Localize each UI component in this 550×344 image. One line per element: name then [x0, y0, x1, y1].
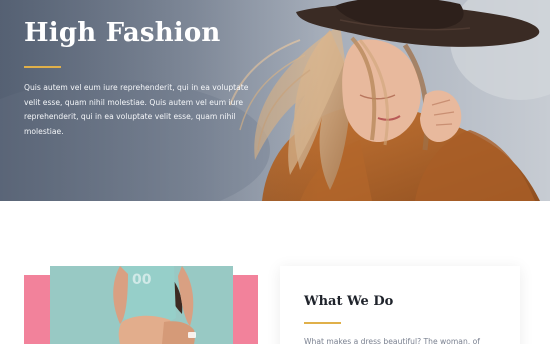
- hero-paragraph: Quis autem vel eum iure reprehenderit, q…: [24, 83, 249, 136]
- what-we-do-card: What We Do What makes a dress beautiful?…: [280, 266, 520, 344]
- what-we-do-divider: [304, 322, 341, 324]
- page: High Fashion Quis autem vel eum iure rep…: [0, 0, 550, 344]
- what-we-do-title: What We Do: [304, 294, 394, 309]
- what-we-do-text: What makes a dress beautiful? The woman,…: [304, 337, 480, 344]
- hero-title: High Fashion: [24, 18, 221, 48]
- feature-image: 00: [24, 266, 258, 344]
- svg-text:00: 00: [132, 272, 152, 288]
- feature-photo: 00: [24, 266, 258, 344]
- hero-banner: High Fashion Quis autem vel eum iure rep…: [0, 0, 550, 201]
- hero-divider: [24, 66, 61, 68]
